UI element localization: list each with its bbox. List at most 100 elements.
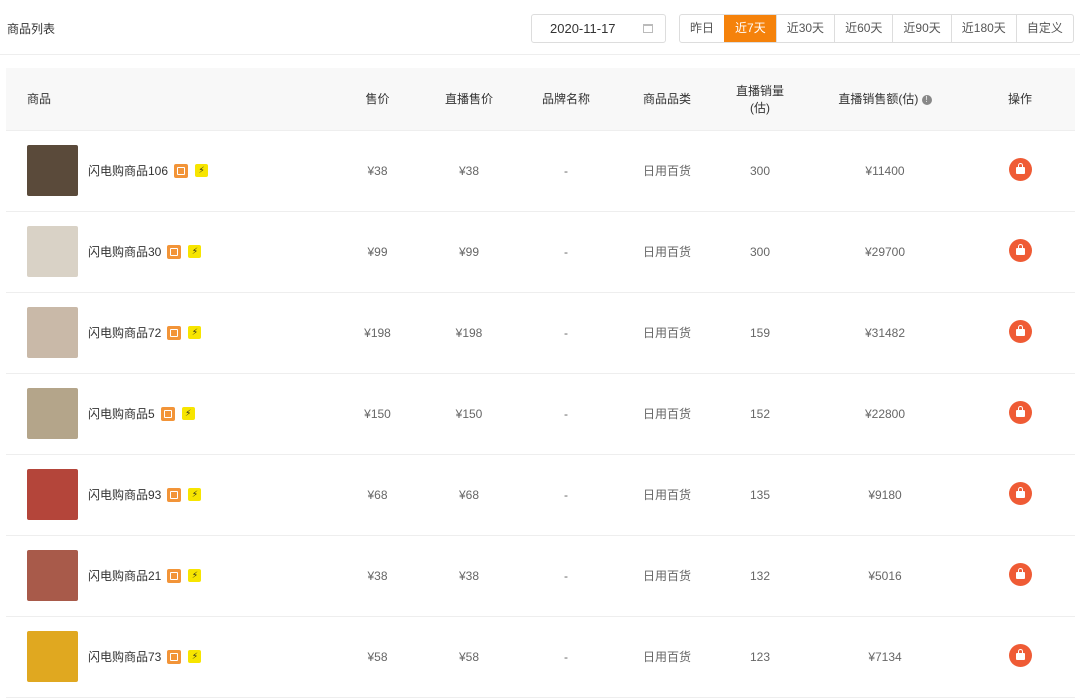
lightning-badge-icon: ⚡ (188, 326, 202, 339)
price: ¥38 (330, 535, 425, 617)
price: ¥68 (330, 454, 425, 536)
product-name[interactable]: 闪电购商品93 (88, 486, 161, 503)
price: ¥99 (330, 211, 425, 293)
table-row: 闪电购商品93 ⚡ ¥68 ¥68 - 日用百货 135 ¥9180 (6, 454, 1075, 536)
lightning-badge-icon: ⚡ (195, 164, 209, 177)
revenue: ¥29700 (805, 211, 965, 293)
category: 日用百货 (619, 616, 715, 698)
shopping-bag-icon[interactable] (1008, 238, 1032, 262)
product-table: 商品 售价 直播售价 品牌名称 商品品类 直播销量 (估) 直播销售额(估) ! … (6, 68, 1075, 698)
action-cell (965, 454, 1075, 536)
brand: - (513, 616, 619, 698)
col-category: 商品品类 (619, 68, 715, 131)
action-cell (965, 292, 1075, 374)
sales: 300 (715, 211, 805, 293)
table-row: 闪电购商品21 ⚡ ¥38 ¥38 - 日用百货 132 ¥5016 (6, 535, 1075, 617)
col-revenue-label: 直播销售额(估) (838, 92, 919, 107)
brand: - (513, 292, 619, 374)
brand: - (513, 535, 619, 617)
revenue: ¥22800 (805, 373, 965, 455)
live-price: ¥68 (425, 454, 513, 536)
store-badge-icon (167, 649, 182, 664)
store-badge-icon (167, 487, 182, 502)
sales: 123 (715, 616, 805, 698)
category: 日用百货 (619, 454, 715, 536)
category: 日用百货 (619, 373, 715, 455)
category: 日用百货 (619, 535, 715, 617)
col-live-price: 直播售价 (425, 68, 513, 131)
table-header: 商品 售价 直播售价 品牌名称 商品品类 直播销量 (估) 直播销售额(估) ! … (6, 68, 1075, 131)
product-thumbnail[interactable] (27, 226, 78, 277)
product-cell: 闪电购商品72 ⚡ (6, 292, 330, 374)
product-thumbnail[interactable] (27, 307, 78, 358)
sales: 159 (715, 292, 805, 374)
product-name[interactable]: 闪电购商品5 (88, 405, 155, 422)
product-name[interactable]: 闪电购商品73 (88, 648, 161, 665)
brand: - (513, 454, 619, 536)
shopping-bag-icon[interactable] (1008, 562, 1032, 586)
live-price: ¥99 (425, 211, 513, 293)
calendar-icon (643, 24, 653, 33)
product-name[interactable]: 闪电购商品30 (88, 243, 161, 260)
product-name[interactable]: 闪电购商品106 (88, 162, 168, 179)
brand: - (513, 373, 619, 455)
range-option[interactable]: 近30天 (775, 15, 834, 42)
range-option[interactable]: 近90天 (892, 15, 950, 42)
table-row: 闪电购商品106 ⚡ ¥38 ¥38 - 日用百货 300 ¥11400 (6, 130, 1075, 212)
range-option[interactable]: 近60天 (834, 15, 892, 42)
col-product: 商品 (6, 68, 330, 131)
product-name[interactable]: 闪电购商品21 (88, 567, 161, 584)
product-name[interactable]: 闪电购商品72 (88, 324, 161, 341)
live-price: ¥198 (425, 292, 513, 374)
col-action: 操作 (965, 68, 1075, 131)
store-badge-icon (167, 325, 182, 340)
action-cell (965, 373, 1075, 455)
range-option[interactable]: 昨日 (680, 15, 724, 42)
product-thumbnail[interactable] (27, 631, 78, 682)
shopping-bag-icon[interactable] (1008, 400, 1032, 424)
product-thumbnail[interactable] (27, 145, 78, 196)
lightning-badge-icon: ⚡ (188, 650, 202, 663)
price: ¥198 (330, 292, 425, 374)
store-badge-icon (160, 406, 175, 421)
sales: 300 (715, 130, 805, 212)
action-cell (965, 211, 1075, 293)
sales: 135 (715, 454, 805, 536)
table-row: 闪电购商品30 ⚡ ¥99 ¥99 - 日用百货 300 ¥29700 (6, 211, 1075, 293)
live-price: ¥38 (425, 130, 513, 212)
col-price: 售价 (330, 68, 425, 131)
revenue: ¥5016 (805, 535, 965, 617)
range-option[interactable]: 近7天 (724, 15, 776, 42)
shopping-bag-icon[interactable] (1008, 481, 1032, 505)
brand: - (513, 211, 619, 293)
product-cell: 闪电购商品106 ⚡ (6, 130, 330, 212)
revenue: ¥31482 (805, 292, 965, 374)
category: 日用百货 (619, 292, 715, 374)
product-thumbnail[interactable] (27, 550, 78, 601)
action-cell (965, 535, 1075, 617)
category: 日用百货 (619, 130, 715, 212)
product-cell: 闪电购商品30 ⚡ (6, 211, 330, 293)
product-cell: 闪电购商品93 ⚡ (6, 454, 330, 536)
range-option[interactable]: 自定义 (1015, 15, 1073, 42)
shopping-bag-icon[interactable] (1008, 319, 1032, 343)
info-icon[interactable]: ! (921, 95, 932, 106)
revenue: ¥9180 (805, 454, 965, 536)
product-cell: 闪电购商品21 ⚡ (6, 535, 330, 617)
price: ¥58 (330, 616, 425, 698)
price: ¥38 (330, 130, 425, 212)
product-thumbnail[interactable] (27, 469, 78, 520)
page-header: 商品列表 2020-11-17 昨日 近7天 近30天 近60天 近90天 近180天 自定… (0, 0, 1080, 55)
date-picker[interactable]: 2020-11-17 (531, 14, 666, 43)
revenue: ¥11400 (805, 130, 965, 212)
date-range-selector: 昨日 近7天 近30天 近60天 近90天 近180天 自定义 (679, 14, 1074, 43)
col-brand: 品牌名称 (513, 68, 619, 131)
shopping-bag-icon[interactable] (1008, 643, 1032, 667)
live-price: ¥58 (425, 616, 513, 698)
shopping-bag-icon[interactable] (1008, 157, 1032, 181)
store-badge-icon (167, 244, 182, 259)
product-thumbnail[interactable] (27, 388, 78, 439)
range-option[interactable]: 近180天 (950, 15, 1016, 42)
action-cell (965, 130, 1075, 212)
sales: 132 (715, 535, 805, 617)
